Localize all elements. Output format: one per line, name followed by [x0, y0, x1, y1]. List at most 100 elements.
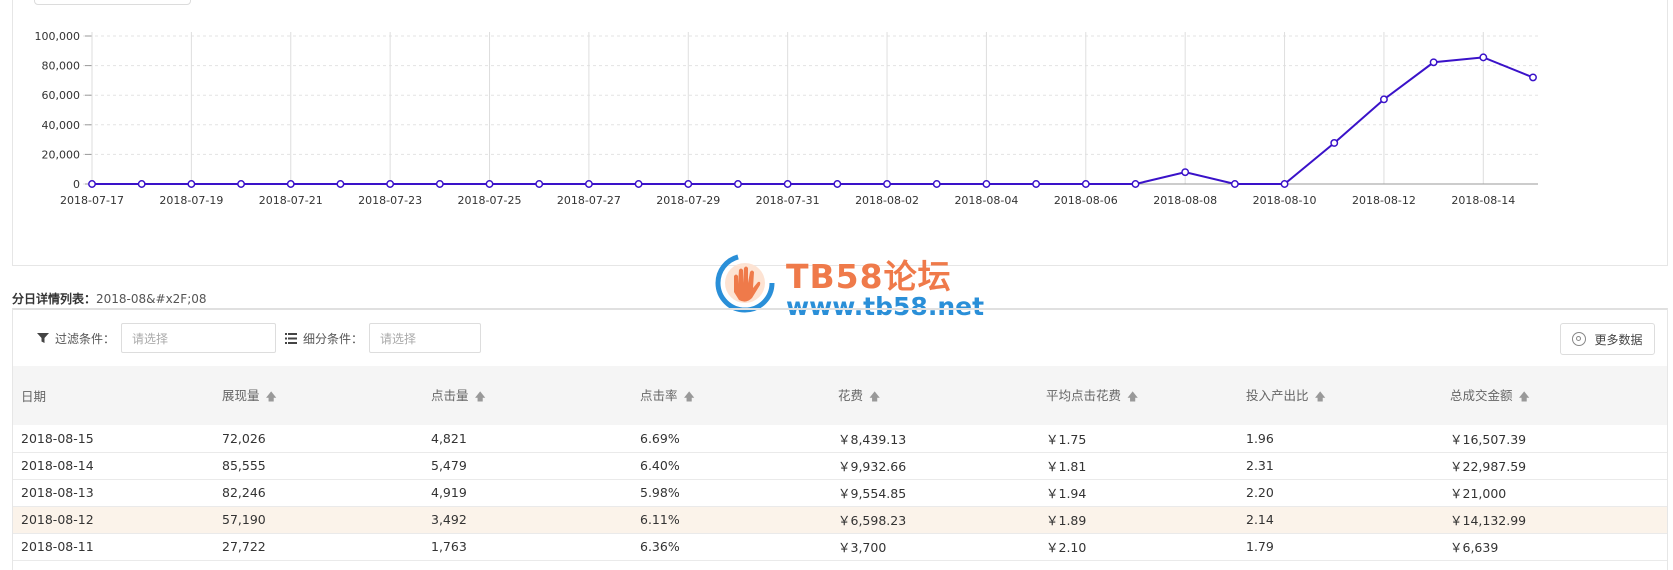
data-point — [386, 180, 395, 188]
data-point — [535, 180, 544, 188]
funnel-icon — [37, 333, 49, 343]
data-point — [286, 180, 295, 188]
cell-roi: 2.20 — [1246, 485, 1274, 500]
table-row: 2018-08-13 82,246 4,919 5.98% ￥9,554.85 ￥1.94… — [13, 479, 1667, 506]
series-line — [92, 56, 1534, 185]
sort-arrow-icon[interactable]: 🡅 — [684, 390, 695, 403]
y-tick-label: 0 — [73, 178, 80, 191]
x-tick-label: 2018-08-08 — [1153, 194, 1217, 207]
cell-ctr: 5.98% — [640, 485, 680, 500]
cell-cpc: ￥2.10 — [1046, 540, 1087, 555]
data-point — [485, 180, 494, 188]
cell-ctr: 6.36% — [640, 539, 680, 554]
col-header-clicks[interactable]: 点击量 🡅 — [423, 366, 632, 425]
x-tick-label: 2018-08-12 — [1352, 194, 1416, 207]
y-tick-label: 40,000 — [42, 119, 81, 132]
cell-clicks: 4,821 — [431, 430, 467, 446]
data-point — [783, 180, 792, 188]
cell-clicks: 1,763 — [431, 539, 467, 554]
data-point — [1131, 180, 1140, 188]
data-point — [932, 180, 941, 188]
col-header-cost[interactable]: 花费 🡅 — [830, 366, 1038, 425]
cell-date: 2018-08-12 — [21, 512, 94, 527]
x-tick-label: 2018-07-21 — [259, 194, 323, 207]
cell-gmv: ￥22,987.59 — [1450, 459, 1527, 474]
data-point — [1379, 95, 1388, 104]
cell-date: 2018-08-13 — [21, 485, 94, 500]
sort-arrow-icon[interactable]: 🡅 — [869, 390, 880, 403]
data-point — [187, 180, 196, 188]
cell-impressions: 72,026 — [222, 430, 266, 446]
col-header-roi[interactable]: 投入产出比 🡅 — [1238, 366, 1442, 425]
segment-condition: 细分条件： 请选择 — [285, 323, 482, 353]
filter-placeholder: 请选择 — [132, 331, 169, 346]
cell-gmv: ￥21,000 — [1450, 486, 1507, 501]
cell-cost: ￥8,439.13 — [838, 431, 907, 447]
cell-cpc: ￥1.89 — [1046, 513, 1087, 528]
data-point — [1032, 180, 1041, 188]
segment-placeholder: 请选择 — [380, 331, 417, 346]
watermark-title: TB58论坛 — [786, 257, 952, 296]
list-title-date: 2018-08&#x2F;08 — [96, 292, 207, 306]
data-point — [734, 180, 742, 188]
sort-arrow-icon[interactable]: 🡅 — [1315, 390, 1326, 403]
cell-impressions: 85,555 — [222, 458, 266, 473]
sort-arrow-icon[interactable]: 🡅 — [266, 390, 277, 403]
filter-label: 过滤条件： — [55, 331, 116, 346]
cell-clicks: 3,492 — [431, 512, 467, 527]
data-point — [1429, 58, 1438, 67]
cell-gmv: ￥6,639 — [1450, 540, 1499, 555]
data-point — [1280, 180, 1289, 188]
table-row-highlighted: 2018-08-12 57,190 3,492 6.11% ￥6,598.23 ￥1.89… — [13, 506, 1667, 533]
cell-cost: ￥3,700 — [838, 540, 887, 555]
more-data-label: 更多数据 — [1594, 332, 1643, 347]
col-header-date[interactable]: 日期 — [13, 366, 214, 425]
cell-roi: 2.31 — [1246, 458, 1274, 473]
cell-gmv: ￥16,507.39 — [1450, 431, 1527, 447]
list-icon — [285, 332, 297, 344]
x-tick-label: 2018-08-10 — [1253, 194, 1317, 207]
hand-logo-icon — [715, 253, 775, 313]
data-point — [684, 180, 693, 188]
data-point — [1181, 168, 1190, 177]
x-tick-label: 2018-07-29 — [656, 194, 720, 207]
x-tick-label: 2018-07-17 — [60, 194, 124, 207]
cell-clicks: 5,479 — [431, 458, 467, 473]
cell-roi: 1.79 — [1246, 539, 1274, 554]
filter-condition: 过滤条件： 请选择 — [37, 323, 277, 353]
more-data-button[interactable]: 更多数据 — [1560, 323, 1655, 355]
data-point — [883, 180, 891, 188]
daily-detail-table: 日期 展现量 🡅 点击量 🡅 点击率 🡅 花费 🡅 平均点击花费 🡅 投入产出比 🡅 总成交… — [13, 366, 1667, 561]
sort-arrow-icon[interactable]: 🡅 — [475, 390, 486, 403]
segment-select[interactable]: 请选择 — [369, 323, 482, 353]
col-header-ctr[interactable]: 点击率 🡅 — [632, 366, 830, 425]
table-row: 2018-08-11 27,722 1,763 6.36% ￥3,700 ￥2.10 1.7… — [13, 533, 1667, 560]
x-tick-label: 2018-08-02 — [855, 194, 919, 207]
cell-gmv: ￥14,132.99 — [1450, 513, 1527, 528]
data-point — [584, 180, 593, 188]
x-tick-label: 2018-07-23 — [358, 194, 422, 207]
col-header-impressions[interactable]: 展现量 🡅 — [214, 366, 423, 425]
table-header-row: 日期 展现量 🡅 点击量 🡅 点击率 🡅 花费 🡅 平均点击花费 🡅 投入产出比 🡅 总成交… — [13, 366, 1667, 425]
data-point — [137, 180, 146, 188]
sort-arrow-icon[interactable]: 🡅 — [1127, 390, 1138, 403]
segment-label: 细分条件： — [303, 331, 364, 346]
filter-select[interactable]: 请选择 — [121, 323, 277, 353]
data-point — [336, 180, 345, 188]
filter-bar: 过滤条件： 请选择 细分条件： 请选择 更多数据 — [13, 310, 1667, 366]
line-chart: 0 20,000 40,000 60,000 80,000 100,000 2018-07-… — [35, 30, 1538, 207]
cell-cost: ￥9,932.66 — [838, 459, 907, 474]
cell-cost: ￥6,598.23 — [838, 513, 907, 528]
col-header-cpc[interactable]: 平均点击花费 🡅 — [1038, 366, 1238, 425]
cell-cpc: ￥1.75 — [1046, 431, 1087, 447]
x-tick-label: 2018-08-14 — [1451, 194, 1515, 207]
data-point — [1529, 73, 1537, 82]
cell-impressions: 57,190 — [222, 512, 266, 527]
cell-clicks: 4,919 — [431, 485, 467, 500]
col-header-gmv[interactable]: 总成交金额 🡅 — [1442, 366, 1667, 425]
sort-arrow-icon[interactable]: 🡅 — [1519, 390, 1530, 403]
table-row: 2018-08-14 85,555 5,479 6.40% ￥9,932.66 ￥1.81… — [13, 452, 1667, 479]
cell-ctr: 6.40% — [640, 458, 680, 473]
data-point — [435, 180, 444, 188]
x-tick-label: 2018-07-31 — [756, 194, 820, 207]
